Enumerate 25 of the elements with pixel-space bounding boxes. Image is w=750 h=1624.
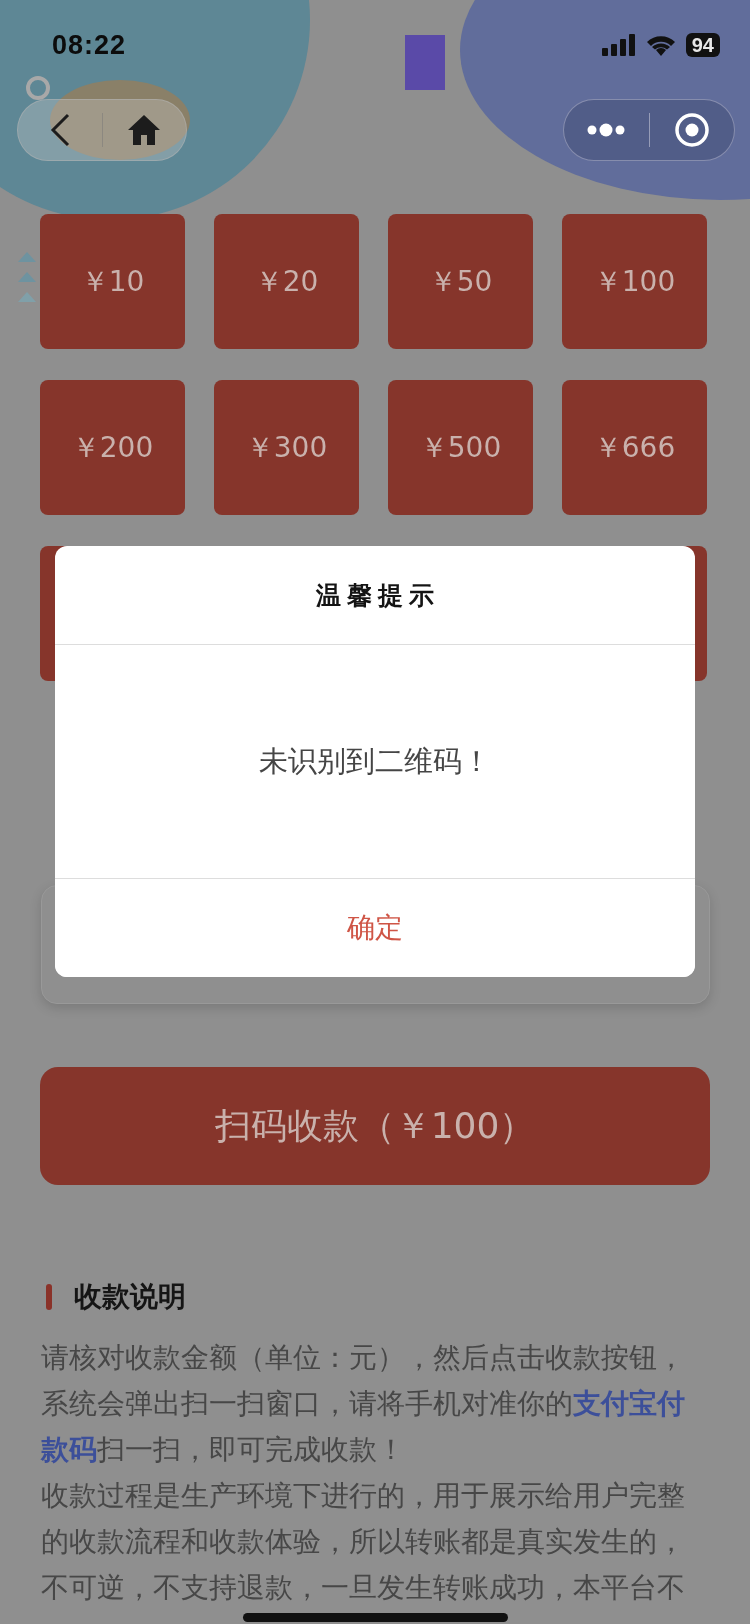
signal-icon — [601, 34, 636, 56]
amount-button[interactable]: ￥100 — [562, 214, 707, 349]
cube-shape — [405, 35, 445, 90]
wifi-icon — [645, 34, 676, 56]
clock-time: 08:22 — [52, 29, 127, 61]
section-title: 收款说明 — [74, 1279, 186, 1315]
amount-button[interactable]: ￥50 — [388, 214, 533, 349]
battery-level: 94 — [685, 33, 720, 57]
more-icon — [587, 123, 626, 137]
triangles-drawing — [18, 252, 36, 302]
amount-button[interactable]: ￥10 — [40, 214, 185, 349]
amount-button[interactable]: ￥20 — [214, 214, 359, 349]
amount-button[interactable]: ￥200 — [40, 380, 185, 515]
amount-button[interactable]: ￥300 — [214, 380, 359, 515]
accent-bar — [46, 1284, 52, 1310]
target-icon — [673, 112, 710, 148]
amount-button[interactable]: ￥666 — [562, 380, 707, 515]
back-icon — [48, 113, 71, 147]
dialog-title: 温馨提示 — [315, 579, 440, 612]
amount-button[interactable]: ￥500 — [388, 380, 533, 515]
notice-paragraph: 请核对收款金额（单位：元），然后点击收款按钮，系统会弹出扫一扫窗口，请将手机对准你的支付宝付款码扫一扫，即可完成收款！ — [41, 1340, 686, 1468]
home-icon — [127, 114, 162, 146]
dialog-message: 未识别到二维码！ — [259, 742, 491, 780]
notice-paragraph: 收款过程是生产环境下进行的，用于展示给用户完整的收款流程和收款体验，所以转账都是真实发生的，不可逆，不支持退款，一旦发生转账成功，本平台不 — [41, 1478, 686, 1606]
scan-pay-button[interactable]: 扫码收款（￥100） — [40, 1067, 710, 1185]
